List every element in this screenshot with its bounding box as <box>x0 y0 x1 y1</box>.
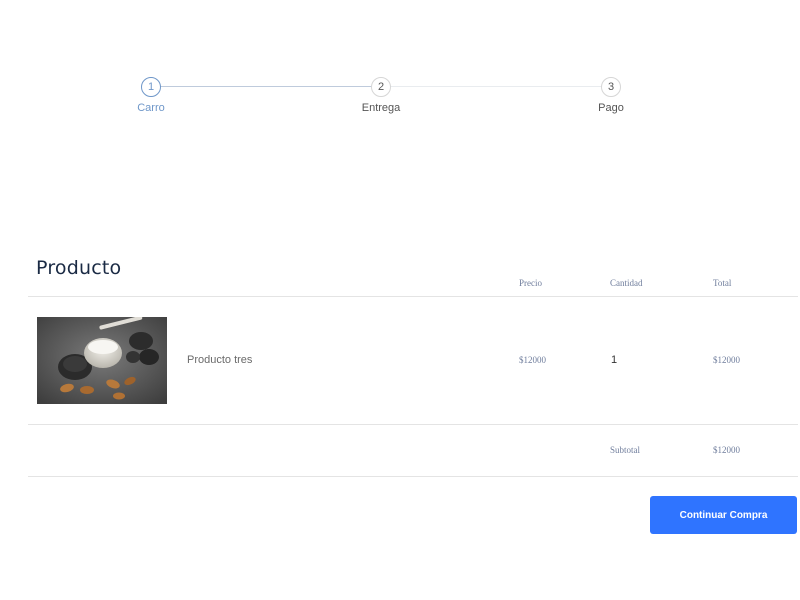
subtotal-value: $12000 <box>713 445 740 455</box>
column-header-total: Total <box>713 278 732 288</box>
table-divider <box>28 476 798 477</box>
step-label: Entrega <box>361 102 401 114</box>
cart-title: Producto <box>36 257 122 279</box>
product-quantity[interactable]: 1 <box>611 354 617 366</box>
step-number-circle: 1 <box>141 77 161 97</box>
subtotal-label: Subtotal <box>610 445 641 455</box>
product-image[interactable] <box>37 317 167 404</box>
continue-purchase-button[interactable]: Continuar Compra <box>650 496 797 534</box>
step-number-circle: 3 <box>601 77 621 97</box>
table-divider <box>28 296 798 297</box>
step-carro[interactable]: 1 Carro <box>101 77 201 114</box>
product-total: $12000 <box>713 355 740 365</box>
step-label: Carro <box>137 102 165 114</box>
step-number-circle: 2 <box>371 77 391 97</box>
table-divider <box>28 424 798 425</box>
product-name[interactable]: Producto tres <box>187 354 252 366</box>
step-label: Pago <box>598 102 624 114</box>
column-header-price: Precio <box>519 278 542 288</box>
product-price: $12000 <box>519 355 546 365</box>
column-header-quantity: Cantidad <box>610 278 643 288</box>
checkout-stepper: 1 Carro 2 Entrega 3 Pago <box>0 0 800 130</box>
step-entrega[interactable]: 2 Entrega <box>331 77 431 114</box>
step-pago[interactable]: 3 Pago <box>561 77 661 114</box>
product-photo-illustration <box>37 317 167 404</box>
